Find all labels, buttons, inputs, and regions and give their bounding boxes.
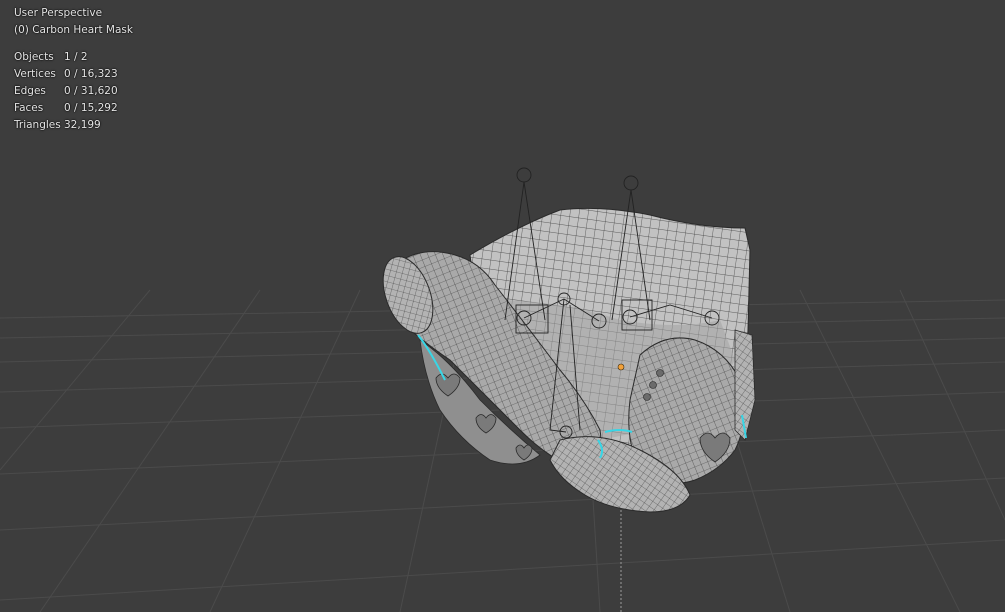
stat-row-triangles: Triangles 32,199	[14, 117, 133, 134]
stat-row-faces: Faces 0 / 15,292	[14, 100, 133, 117]
stat-value: 1 / 2	[64, 51, 88, 63]
stat-label: Vertices	[14, 68, 56, 80]
stat-row-objects: Objects 1 / 2	[14, 49, 133, 66]
stat-label: Objects	[14, 51, 54, 63]
stat-row-edges: Edges 0 / 31,620	[14, 83, 133, 100]
stat-value: 32,199	[64, 119, 101, 131]
scene-statistics: Objects 1 / 2 Vertices 0 / 16,323 Edges …	[14, 49, 133, 134]
stat-row-vertices: Vertices 0 / 16,323	[14, 66, 133, 83]
stat-label: Triangles	[14, 119, 61, 131]
stat-value: 0 / 16,323	[64, 68, 118, 80]
stat-label: Faces	[14, 102, 44, 114]
active-object-label: (0) Carbon Heart Mask	[14, 24, 133, 36]
stat-value: 0 / 31,620	[64, 85, 118, 97]
stat-value: 0 / 15,292	[64, 102, 118, 114]
viewport-info-overlay: User Perspective (0) Carbon Heart Mask O…	[14, 5, 133, 134]
3d-viewport[interactable]: User Perspective (0) Carbon Heart Mask O…	[0, 0, 1005, 612]
object-origin-dot	[617, 363, 625, 371]
view-name-label: User Perspective	[14, 7, 103, 19]
stat-label: Edges	[14, 85, 46, 97]
viewport-scene[interactable]	[0, 0, 1005, 612]
mask-mesh	[382, 207, 756, 513]
